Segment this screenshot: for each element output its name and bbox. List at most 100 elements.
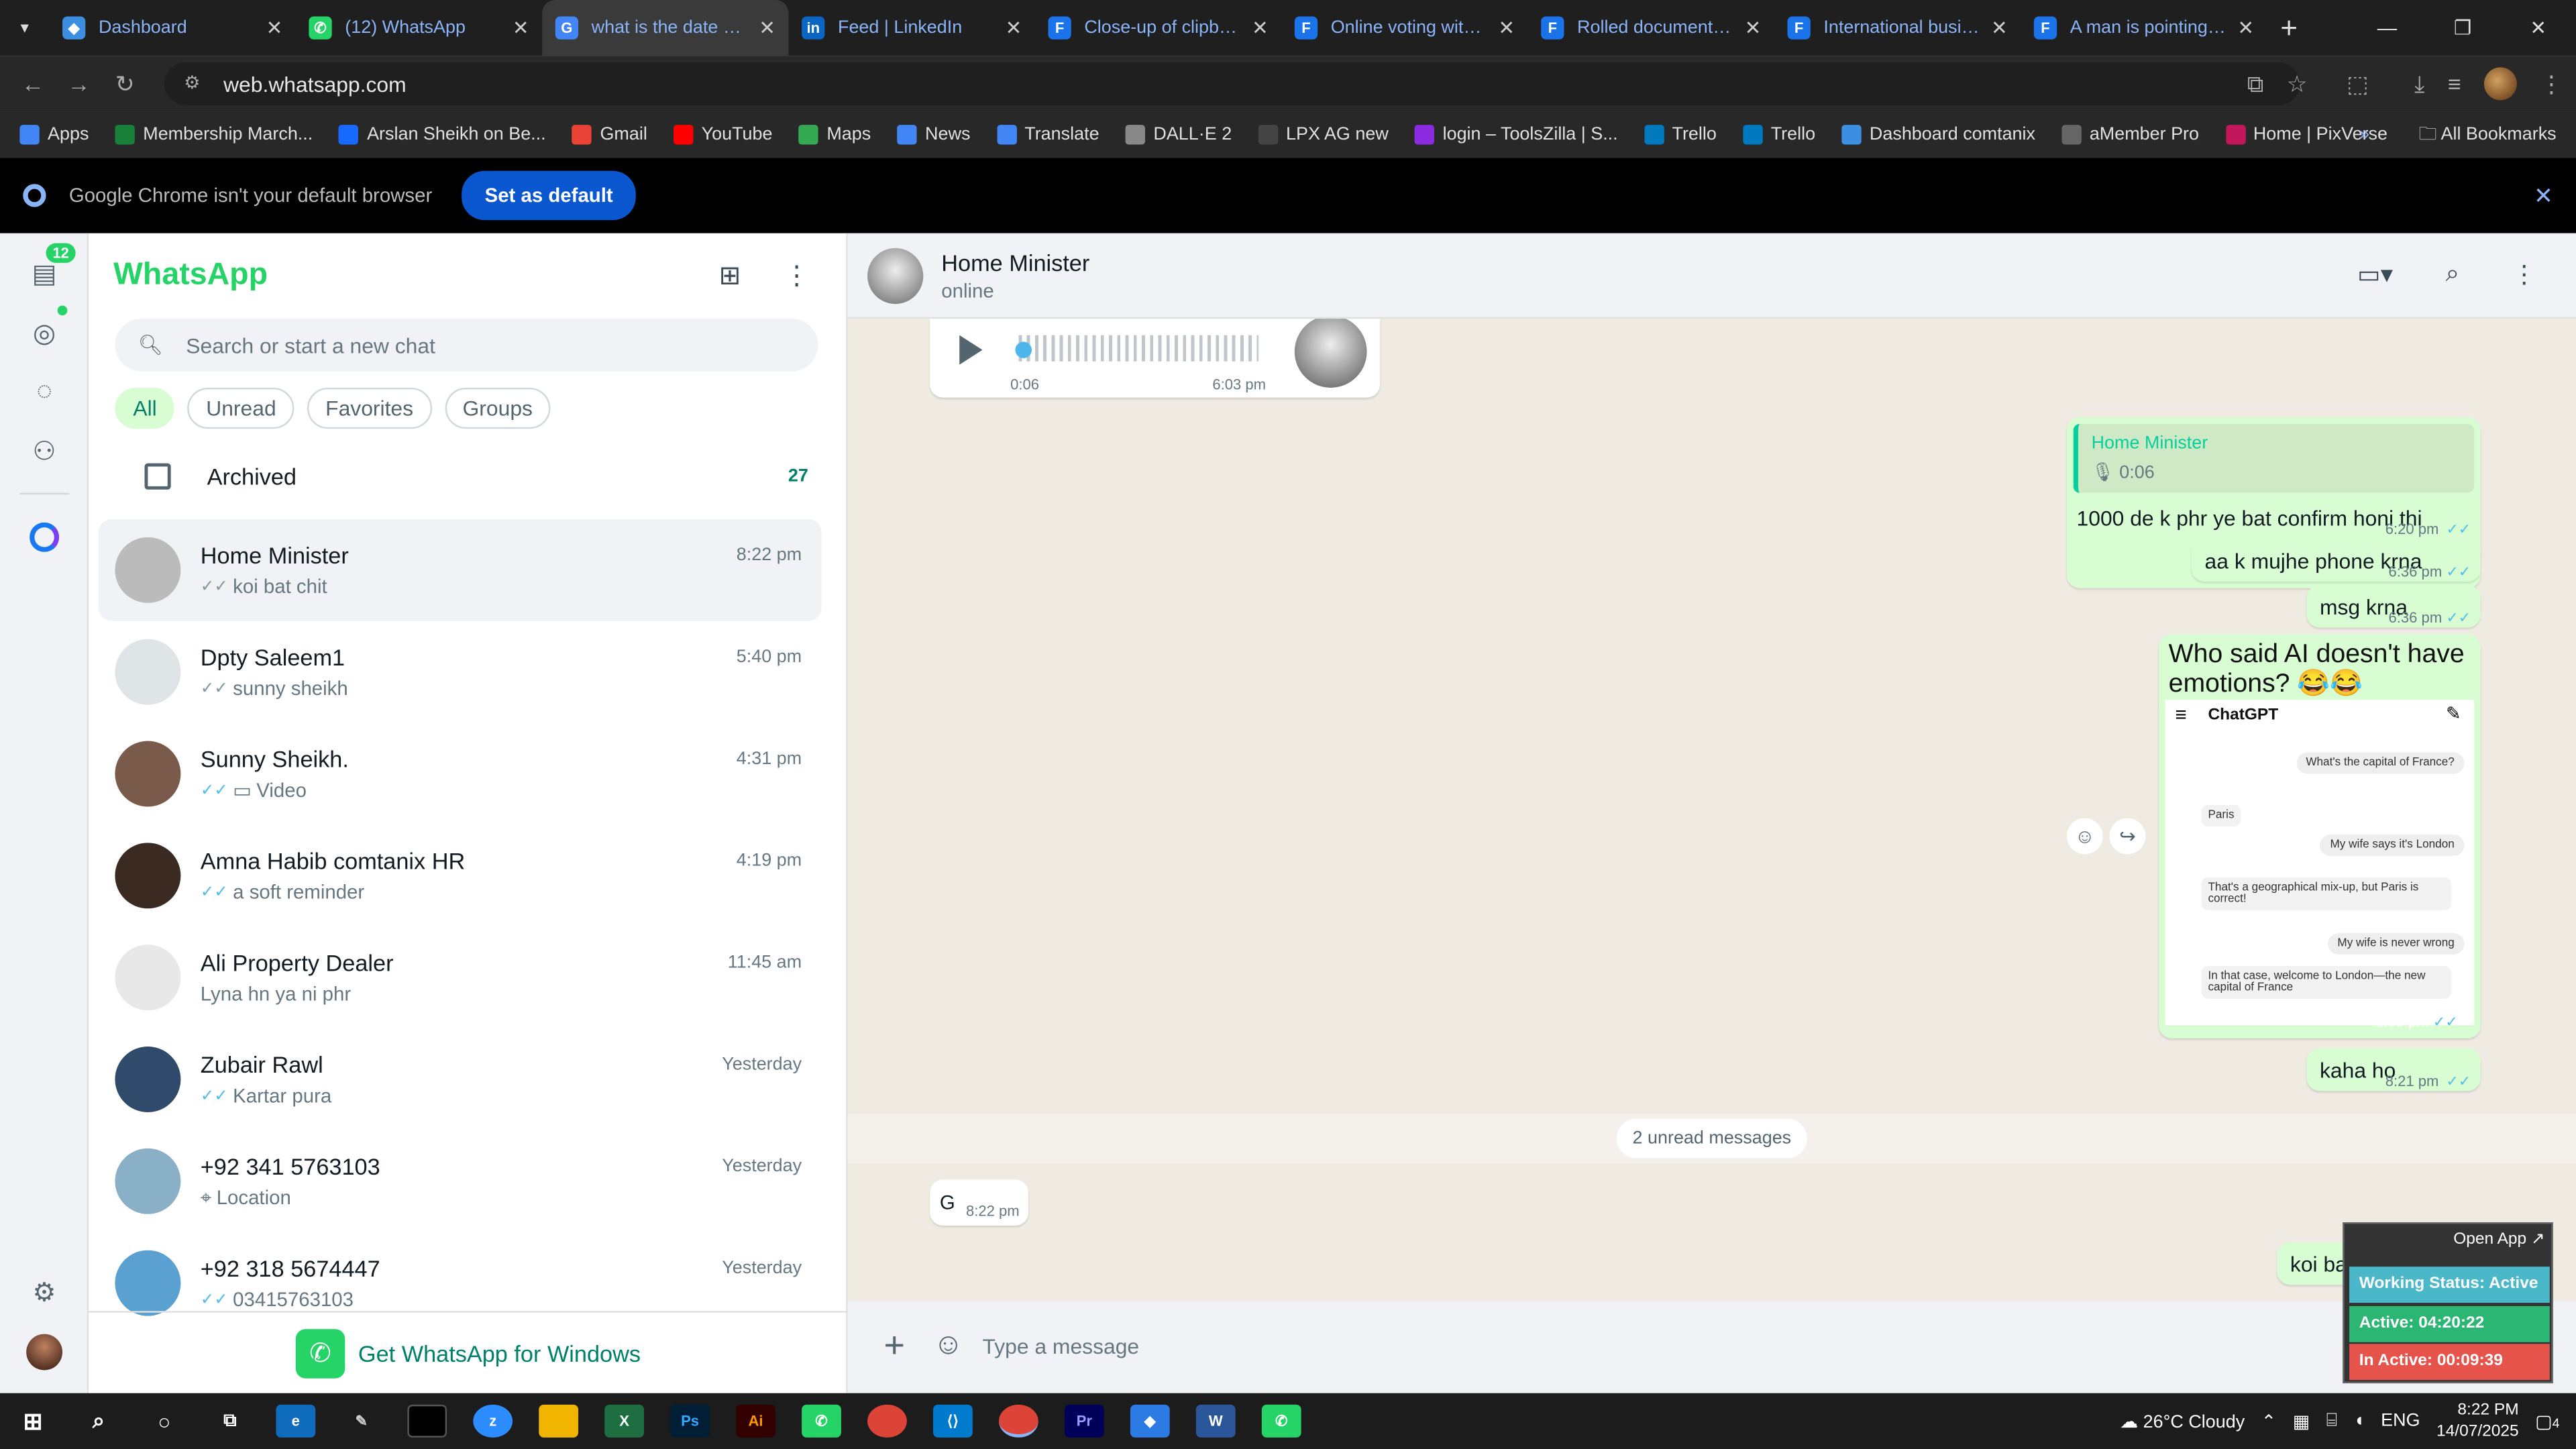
chrome-taskbar-icon[interactable] — [867, 1404, 907, 1438]
browser-tab[interactable]: ◆ Dashboard ✕ — [49, 0, 295, 56]
quoted-message[interactable]: Home Minister 🎙︎ 0:06 — [2073, 423, 2475, 493]
restore-icon[interactable]: ❐ — [2425, 0, 2501, 56]
browser-tab[interactable]: F Rolled document on ✕ — [1528, 0, 1774, 56]
file-explorer-icon[interactable] — [539, 1404, 579, 1438]
tab-close-icon[interactable]: ✕ — [1745, 16, 1762, 39]
tab-close-icon[interactable]: ✕ — [266, 16, 283, 39]
new-chat-icon[interactable]: ⊞ — [719, 260, 741, 292]
excel-icon[interactable]: X — [604, 1404, 645, 1438]
filter-chip[interactable]: Unread — [188, 387, 294, 429]
close-window-icon[interactable]: ✕ — [2500, 0, 2576, 56]
start-icon[interactable]: ⊞ — [13, 1405, 53, 1438]
app-icon[interactable]: ◆ — [1130, 1404, 1170, 1438]
archived-row[interactable]: Archived 27 — [115, 447, 821, 506]
tab-close-icon[interactable]: ✕ — [1006, 16, 1022, 39]
clock[interactable]: 8:22 PM 14/07/2025 — [2436, 1400, 2519, 1443]
bookmark-item[interactable]: DALL·E 2 — [1125, 125, 1232, 145]
browser-tab[interactable]: F Online voting with vo ✕ — [1281, 0, 1527, 56]
tab-close-icon[interactable]: ✕ — [1252, 16, 1269, 39]
status-icon[interactable]: ◎ — [26, 315, 62, 352]
bookmark-item[interactable]: aMember Pro — [2061, 125, 2199, 145]
browser-tab[interactable]: F Close-up of clipboard ✕ — [1035, 0, 1281, 56]
filter-chip[interactable]: All — [115, 387, 175, 429]
close-infobar-icon[interactable]: ✕ — [2534, 182, 2553, 210]
chat-menu-icon[interactable]: ⋮ — [2512, 260, 2537, 289]
browser-tab[interactable]: ✆ (12) WhatsApp ✕ — [296, 0, 542, 56]
sidebar-menu-icon[interactable]: ⋮ — [784, 260, 810, 292]
weather-widget[interactable]: ☁ 26°C Cloudy — [2120, 1410, 2245, 1432]
bookmark-item[interactable]: Translate — [996, 125, 1099, 145]
search-input[interactable]: 🔍︎ Search or start a new chat — [115, 319, 818, 372]
forward-icon[interactable]: ↪ — [2109, 818, 2146, 855]
all-bookmarks[interactable]: 🗀 All Bookmarks — [2419, 119, 2557, 151]
address-bar[interactable]: ⚙ web.whatsapp.com — [164, 62, 2300, 105]
profile-avatar[interactable] — [26, 1334, 63, 1371]
search-messages-icon[interactable]: ⌕ — [2446, 260, 2460, 289]
message-input[interactable]: Type a message — [983, 1321, 2347, 1373]
seek-handle[interactable] — [1015, 341, 1032, 358]
filter-chip[interactable]: Groups — [444, 387, 551, 429]
chat-list-item[interactable]: Zubair Rawl ✓✓ Kartar pura Yesterday — [99, 1028, 822, 1130]
chat-list-item[interactable]: Sunny Sheikh. ✓✓ ▭ Video 4:31 pm — [99, 723, 822, 825]
forward-icon[interactable]: → — [56, 70, 102, 97]
terminal-icon[interactable] — [407, 1404, 447, 1438]
edge-icon[interactable]: e — [276, 1404, 316, 1438]
illustrator-icon[interactable]: Ai — [736, 1404, 775, 1438]
settings-icon[interactable]: ⚙ — [26, 1275, 62, 1311]
tab-search-icon[interactable]: ▾ — [0, 0, 49, 56]
pen-tool-icon[interactable]: ✎ — [341, 1405, 381, 1438]
bookmark-item[interactable]: Trello — [1644, 125, 1717, 145]
minimize-icon[interactable]: — — [2349, 0, 2425, 56]
whatsapp-taskbar-icon[interactable]: ✆ — [802, 1404, 841, 1438]
whatsapp-app-icon[interactable]: ✆ — [1261, 1404, 1301, 1438]
chat-list-item[interactable]: +92 341 5763103 ⌖ Location Yesterday — [99, 1130, 822, 1232]
chrome-active-icon[interactable] — [998, 1404, 1038, 1438]
tab-close-icon[interactable]: ✕ — [1498, 16, 1515, 39]
sticker-icon[interactable]: ☺ — [933, 1328, 963, 1362]
chat-list-item[interactable]: Ali Property Dealer Lyna hn ya ni phr 11:4… — [99, 926, 822, 1028]
tab-close-icon[interactable]: ✕ — [2237, 16, 2254, 39]
media-icon[interactable]: ≡ — [2448, 70, 2461, 97]
word-icon[interactable]: W — [1195, 1404, 1236, 1438]
task-view-icon[interactable]: ⧉ — [210, 1405, 250, 1438]
tab-close-icon[interactable]: ✕ — [513, 16, 529, 39]
video-call-icon[interactable]: ▭▾ — [2357, 260, 2393, 289]
channels-icon[interactable]: ◌ — [26, 374, 62, 411]
tab-close-icon[interactable]: ✕ — [759, 16, 775, 39]
install-app-icon[interactable]: ⧉ — [2247, 70, 2263, 98]
bookmark-item[interactable]: Membership March... — [115, 125, 313, 145]
reload-icon[interactable]: ↻ — [102, 70, 148, 98]
waveform[interactable] — [1018, 335, 1258, 362]
bookmark-item[interactable]: News — [897, 125, 970, 145]
filter-chip[interactable]: Favorites — [307, 387, 432, 429]
play-icon[interactable] — [959, 335, 983, 365]
bookmark-item[interactable]: Gmail — [572, 125, 647, 145]
photoshop-icon[interactable]: Ps — [670, 1404, 710, 1438]
volume-icon[interactable]: ◖ — [2353, 1411, 2364, 1431]
contact-avatar[interactable] — [867, 248, 924, 305]
bookmark-item[interactable]: Trello — [1743, 125, 1815, 145]
bookmark-item[interactable]: LPX AG new — [1258, 125, 1389, 145]
search-taskbar-icon[interactable]: ⌕ — [79, 1405, 119, 1438]
cortana-icon[interactable]: ○ — [145, 1405, 184, 1438]
back-icon[interactable]: ← — [10, 70, 56, 97]
chat-list-item[interactable]: Amna Habib comtanix HR ✓✓ a soft reminder 4… — [99, 824, 822, 926]
browser-tab[interactable]: F International busine ✕ — [1774, 0, 2021, 56]
new-tab-button[interactable]: + — [2280, 11, 2298, 45]
profile-avatar[interactable] — [2483, 67, 2517, 101]
open-app-link[interactable]: Open App ↗ — [2453, 1230, 2544, 1248]
set-default-button[interactable]: Set as default — [462, 170, 636, 221]
browser-tab[interactable]: in Feed | LinkedIn ✕ — [789, 0, 1035, 56]
communities-icon[interactable]: ⚇ — [26, 434, 62, 470]
bookmark-item[interactable]: Apps — [19, 125, 89, 145]
bookmark-item[interactable]: login – ToolsZilla | S... — [1414, 125, 1618, 145]
tray-app-icon[interactable]: ▦ — [2293, 1410, 2310, 1432]
notifications-icon[interactable]: ▢4 — [2535, 1410, 2559, 1432]
browser-tab[interactable]: Gwhat is the date of b ✕ — [542, 0, 789, 56]
emoji-react-icon[interactable]: ☺ — [2066, 818, 2103, 855]
get-whatsapp-banner[interactable]: ✆ Get WhatsApp for Windows — [89, 1311, 848, 1393]
bookmark-item[interactable]: Dashboard comtanix — [1841, 125, 2035, 145]
image-message[interactable]: Who said AI doesn't have emotions? 😂😂 ≡ … — [2158, 634, 2481, 1038]
zoom-icon[interactable]: z — [473, 1404, 513, 1438]
download-icon[interactable]: ⤓ — [2414, 70, 2424, 98]
